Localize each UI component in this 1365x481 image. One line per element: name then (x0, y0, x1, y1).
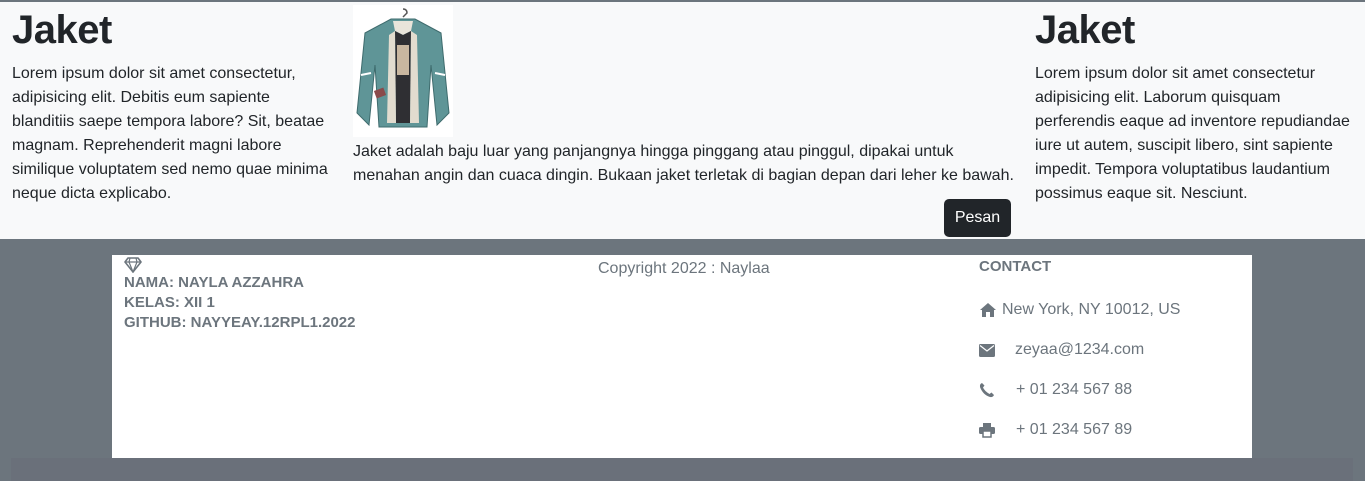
identity-block: NAMA: NAYLA AZZAHRA KELAS: XII 1 GITHUB:… (124, 257, 356, 333)
product-description-center: Jaket adalah baju luar yang panjangnya h… (353, 143, 1014, 184)
product-section: Jaket Lorem ipsum dolor sit amet consect… (0, 2, 1365, 239)
contact-address: New York, NY 10012, US (979, 301, 1180, 319)
home-icon (980, 303, 996, 317)
footer-card: NAMA: NAYLA AZZAHRA KELAS: XII 1 GITHUB:… (112, 255, 1252, 458)
contact-phone-text: + 01 234 567 88 (1016, 381, 1133, 398)
contact-email-text: zeyaa@1234.com (1015, 341, 1145, 358)
product-title-right: Jaket (1035, 8, 1135, 52)
contact-fax: + 01 234 567 89 (979, 421, 1132, 439)
contact-address-text: New York, NY 10012, US (1002, 301, 1181, 318)
contact-fax-text: + 01 234 567 89 (1016, 421, 1133, 438)
identity-github: GITHUB: NAYYEAY.12RPL1.2022 (124, 314, 356, 331)
contact-title: CONTACT (979, 258, 1052, 275)
envelope-icon (979, 343, 995, 357)
gem-icon (124, 257, 142, 273)
product-card-right: Jaket Lorem ipsum dolor sit amet consect… (1035, 6, 1355, 206)
contact-email: zeyaa@1234.com (979, 341, 1144, 359)
product-description-left: Lorem ipsum dolor sit amet consectetur, … (12, 65, 328, 202)
phone-icon (979, 383, 994, 398)
contact-block: CONTACT New York, NY 10012, US zeyaa@123… (979, 257, 1180, 438)
contact-phone: + 01 234 567 88 (979, 381, 1132, 399)
identity-class: KELAS: XII 1 (124, 294, 215, 311)
order-button[interactable]: Pesan (944, 199, 1011, 237)
footer-bottom-bar (11, 458, 1353, 481)
identity-name: NAMA: NAYLA AZZAHRA (124, 274, 304, 291)
jacket-image (353, 5, 453, 137)
product-card-center: Jaket adalah baju luar yang panjangnya h… (353, 5, 1018, 188)
footer: NAMA: NAYLA AZZAHRA KELAS: XII 1 GITHUB:… (0, 239, 1365, 481)
product-title-left: Jaket (12, 8, 112, 52)
copyright-text: Copyright 2022 : Naylaa (598, 260, 770, 277)
product-description-right: Lorem ipsum dolor sit amet consectetur a… (1035, 65, 1350, 202)
product-card-left: Jaket Lorem ipsum dolor sit amet consect… (12, 6, 332, 206)
printer-icon (979, 423, 995, 438)
